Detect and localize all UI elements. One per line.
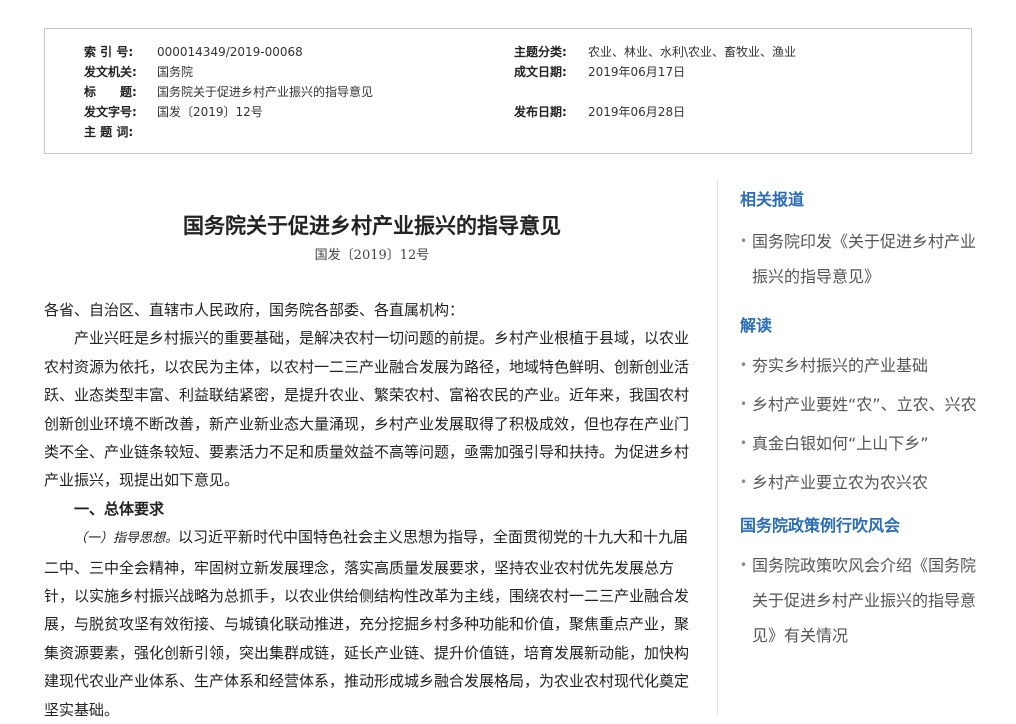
- bullet-icon: •: [740, 558, 748, 572]
- keywords-label: 主 题 词:: [84, 125, 134, 139]
- published-row: 发布日期: 2019年06月28日: [514, 103, 685, 121]
- paragraph-guiding-thought: （一）指导思想。以习近平新时代中国特色社会主义思想为指导，全面贯彻党的十九大和十…: [44, 523, 700, 724]
- interpret-item-label: 乡村产业要立农为农兴农: [752, 473, 929, 492]
- briefing-item-label: 国务院政策吹风会介绍《国务院关于促进乡村产业振兴的指导意见》有关情况: [752, 556, 977, 645]
- issuer-row: 发文机关: 国务院: [84, 63, 193, 81]
- section-heading: 一、总体要求: [74, 499, 165, 518]
- title-value: 国务院关于促进乡村产业振兴的指导意见: [157, 85, 374, 99]
- published-label: 发布日期:: [514, 105, 567, 119]
- index-label: 索 引 号:: [84, 45, 134, 59]
- bullet-icon: •: [740, 436, 748, 450]
- interpret-item-label: 真金白银如何“上山下乡”: [752, 434, 929, 453]
- keywords-row: 主 题 词:: [84, 123, 157, 141]
- bullet-icon: •: [740, 234, 748, 248]
- written-value: 2019年06月17日: [588, 65, 686, 79]
- interpret-item[interactable]: • 夯实乡村振兴的产业基础: [740, 348, 980, 383]
- index-row: 索 引 号: 000014349/2019-00068: [84, 43, 303, 61]
- index-value: 000014349/2019-00068: [157, 45, 303, 59]
- topic-row: 主题分类: 农业、林业、水利\农业、畜牧业、渔业: [514, 43, 796, 61]
- related-heading: 相关报道: [740, 190, 805, 209]
- briefing-item[interactable]: • 国务院政策吹风会介绍《国务院关于促进乡村产业振兴的指导意见》有关情况: [740, 548, 980, 653]
- issuer-label: 发文机关:: [84, 65, 137, 79]
- docno-row: 发文字号: 国发〔2019〕12号: [84, 103, 263, 121]
- document-number: 国发〔2019〕12号: [314, 248, 430, 263]
- issuer-value: 国务院: [157, 65, 194, 79]
- interpret-list: • 夯实乡村振兴的产业基础 • 乡村产业要姓“农”、立农、兴农 • 真金白银如何“上山…: [740, 348, 980, 500]
- related-list: • 国务院印发《关于促进乡村产业振兴的指导意见》: [740, 224, 980, 294]
- briefing-heading: 国务院政策例行吹风会: [740, 516, 901, 535]
- interpret-item[interactable]: • 乡村产业要姓“农”、立农、兴农: [740, 387, 980, 422]
- bullet-icon: •: [740, 397, 748, 411]
- subsection-label: （一）指导思想。: [74, 531, 179, 547]
- salutation: 各省、自治区、直辖市人民政府，国务院各部委、各直属机构：: [44, 301, 465, 319]
- interpret-item[interactable]: • 乡村产业要立农为农兴农: [740, 465, 980, 500]
- written-label: 成文日期:: [514, 65, 567, 79]
- bullet-icon: •: [740, 358, 748, 372]
- related-item-label: 国务院印发《关于促进乡村产业振兴的指导意见》: [752, 232, 977, 286]
- subsection-text: 以习近平新时代中国特色社会主义思想为指导，全面贯彻党的十九大和十九届二中、三中全…: [44, 528, 690, 719]
- sidebar-divider: [717, 180, 718, 715]
- document-title: 国务院关于促进乡村产业振兴的指导意见: [183, 214, 561, 238]
- topic-value: 农业、林业、水利\农业、畜牧业、渔业: [588, 45, 797, 59]
- interpret-item-label: 乡村产业要姓“农”、立农、兴农: [752, 395, 977, 414]
- published-value: 2019年06月28日: [588, 105, 686, 119]
- interpret-item-label: 夯实乡村振兴的产业基础: [752, 356, 929, 375]
- paragraph-intro: 产业兴旺是乡村振兴的重要基础，是解决农村一切问题的前提。乡村产业根植于县域，以农…: [44, 329, 690, 490]
- document-body: 各省、自治区、直辖市人民政府，国务院各部委、各直属机构： 产业兴旺是乡村振兴的重…: [44, 296, 700, 724]
- briefing-list: • 国务院政策吹风会介绍《国务院关于促进乡村产业振兴的指导意见》有关情况: [740, 548, 980, 653]
- metadata-box: 索 引 号: 000014349/2019-00068 主题分类: 农业、林业、水利…: [44, 28, 972, 154]
- docno-label: 发文字号:: [84, 105, 137, 119]
- title-row: 标 题: 国务院关于促进乡村产业振兴的指导意见: [84, 83, 373, 101]
- interpret-item[interactable]: • 真金白银如何“上山下乡”: [740, 426, 980, 461]
- topic-label: 主题分类:: [514, 45, 567, 59]
- docno-value: 国发〔2019〕12号: [157, 105, 263, 119]
- sidebar: 相关报道 • 国务院印发《关于促进乡村产业振兴的指导意见》 解读 • 夯实乡村振兴的…: [740, 180, 980, 653]
- related-item[interactable]: • 国务院印发《关于促进乡村产业振兴的指导意见》: [740, 224, 980, 294]
- interpret-heading: 解读: [740, 316, 773, 335]
- title-label: 标 题:: [84, 85, 137, 99]
- bullet-icon: •: [740, 475, 748, 489]
- written-row: 成文日期: 2019年06月17日: [514, 63, 685, 81]
